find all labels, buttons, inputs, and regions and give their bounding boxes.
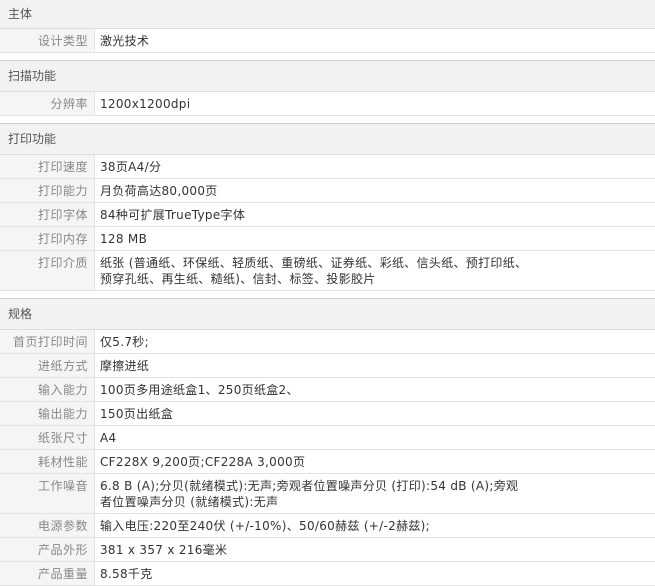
spec-value: 输入电压:220至240伏 (+/-10%)、50/60赫兹 (+/-2赫兹); xyxy=(100,519,430,533)
spec-row: 电源参数 输入电压:220至240伏 (+/-10%)、50/60赫兹 (+/-… xyxy=(0,514,655,538)
section-header: 规格 xyxy=(0,298,655,330)
spec-value: 38页A4/分 xyxy=(100,160,162,174)
section-main: 主体 设计类型 激光技术 xyxy=(0,0,655,53)
spec-row: 输出能力 150页出纸盒 xyxy=(0,402,655,426)
spec-value: 150页出纸盒 xyxy=(100,407,174,421)
section-gap xyxy=(0,116,655,123)
spec-label: 电源参数 xyxy=(0,514,95,537)
spec-label: 耗材性能 xyxy=(0,450,95,473)
spec-row: 工作噪音 6.8 B (A);分贝(就绪模式):无声;旁观者位置噪声分贝 (打印… xyxy=(0,474,655,514)
spec-row: 打印内存 128 MB xyxy=(0,227,655,251)
spec-value: 128 MB xyxy=(100,232,148,246)
section-gap xyxy=(0,53,655,60)
spec-label: 输出能力 xyxy=(0,402,95,425)
spec-row: 打印能力 月负荷高达80,000页 xyxy=(0,179,655,203)
spec-label: 产品重量 xyxy=(0,562,95,585)
section-print: 打印功能 打印速度 38页A4/分 打印能力 月负荷高达80,000页 打印字体… xyxy=(0,123,655,291)
spec-label: 首页打印时间 xyxy=(0,330,95,353)
spec-row: 进纸方式 摩擦进纸 xyxy=(0,354,655,378)
spec-value: 仅5.7秒; xyxy=(100,335,149,349)
spec-label: 纸张尺寸 xyxy=(0,426,95,449)
spec-value: 纸张 (普通纸、环保纸、轻质纸、重磅纸、证券纸、彩纸、信头纸、预打印纸、预穿孔纸… xyxy=(100,256,528,286)
spec-value: 激光技术 xyxy=(100,34,150,48)
spec-row: 打印介质 纸张 (普通纸、环保纸、轻质纸、重磅纸、证券纸、彩纸、信头纸、预打印纸… xyxy=(0,251,655,291)
spec-label: 设计类型 xyxy=(0,29,95,52)
spec-table: 主体 设计类型 激光技术 扫描功能 分辨率 1200x1200dpi 打印功能 … xyxy=(0,0,655,586)
spec-row: 打印速度 38页A4/分 xyxy=(0,155,655,179)
spec-label: 分辨率 xyxy=(0,92,95,115)
spec-label: 产品外形 xyxy=(0,538,95,561)
spec-value: 381 x 357 x 216毫米 xyxy=(100,543,228,557)
spec-value: 100页多用途纸盒1、250页纸盒2、 xyxy=(100,383,299,397)
section-header: 打印功能 xyxy=(0,123,655,155)
spec-label: 进纸方式 xyxy=(0,354,95,377)
spec-label: 打印内存 xyxy=(0,227,95,250)
spec-row: 耗材性能 CF228X 9,200页;CF228A 3,000页 xyxy=(0,450,655,474)
spec-value: 8.58千克 xyxy=(100,567,153,581)
spec-row: 纸张尺寸 A4 xyxy=(0,426,655,450)
spec-row: 输入能力 100页多用途纸盒1、250页纸盒2、 xyxy=(0,378,655,402)
spec-label: 打印介质 xyxy=(0,251,95,290)
spec-value: 月负荷高达80,000页 xyxy=(100,184,218,198)
spec-label: 打印能力 xyxy=(0,179,95,202)
spec-label: 输入能力 xyxy=(0,378,95,401)
section-specs: 规格 首页打印时间 仅5.7秒; 进纸方式 摩擦进纸 输入能力 100页多用途纸… xyxy=(0,298,655,586)
spec-value: 1200x1200dpi xyxy=(100,97,191,111)
section-scan: 扫描功能 分辨率 1200x1200dpi xyxy=(0,60,655,116)
section-header: 扫描功能 xyxy=(0,60,655,92)
spec-label: 打印速度 xyxy=(0,155,95,178)
section-gap xyxy=(0,291,655,298)
spec-row: 打印字体 84种可扩展TrueType字体 xyxy=(0,203,655,227)
spec-label: 打印字体 xyxy=(0,203,95,226)
spec-row: 首页打印时间 仅5.7秒; xyxy=(0,330,655,354)
spec-value: 84种可扩展TrueType字体 xyxy=(100,208,246,222)
spec-row: 设计类型 激光技术 xyxy=(0,29,655,53)
spec-row: 产品外形 381 x 357 x 216毫米 xyxy=(0,538,655,562)
spec-value: A4 xyxy=(100,431,117,445)
spec-row: 产品重量 8.58千克 xyxy=(0,562,655,586)
spec-row: 分辨率 1200x1200dpi xyxy=(0,92,655,116)
spec-value: 6.8 B (A);分贝(就绪模式):无声;旁观者位置噪声分贝 (打印):54 … xyxy=(100,479,519,509)
section-header: 主体 xyxy=(0,0,655,29)
spec-label: 工作噪音 xyxy=(0,474,95,513)
spec-value: 摩擦进纸 xyxy=(100,359,150,373)
spec-value: CF228X 9,200页;CF228A 3,000页 xyxy=(100,455,306,469)
